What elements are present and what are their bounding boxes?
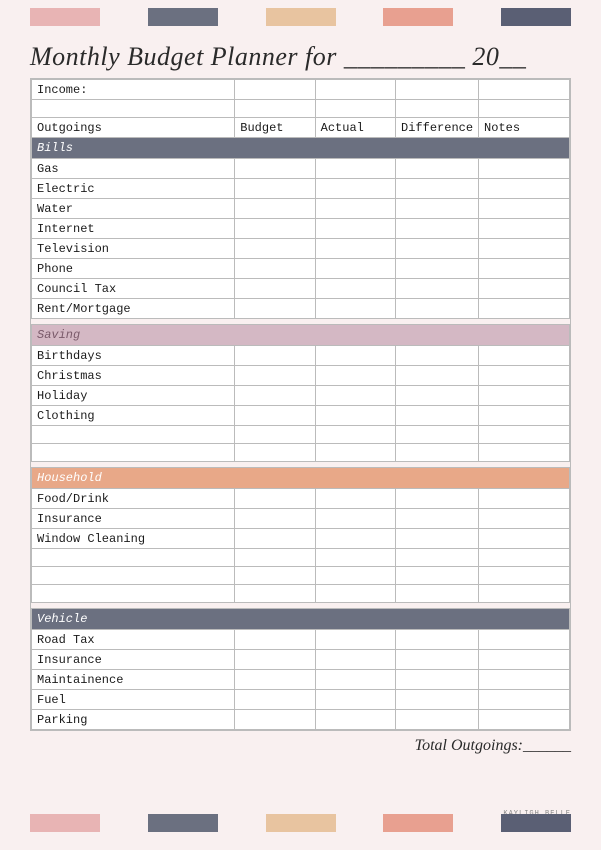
item-christmas: Christmas — [32, 366, 235, 386]
item-road-tax: Road Tax — [32, 630, 235, 650]
item-phone: Phone — [32, 259, 235, 279]
deco-block-b1 — [30, 814, 100, 832]
table-row: Internet — [32, 219, 570, 239]
item-electric: Electric — [32, 179, 235, 199]
table-row — [32, 549, 570, 567]
item-rent: Rent/Mortgage — [32, 299, 235, 319]
table-row — [32, 444, 570, 462]
deco-block-b3 — [266, 814, 336, 832]
table-row: Christmas — [32, 366, 570, 386]
deco-block-2 — [148, 8, 218, 26]
category-vehicle-row: Vehicle — [32, 609, 570, 630]
total-label: Total Outgoings:______ — [415, 737, 571, 755]
col-header-notes: Notes — [479, 118, 570, 138]
item-food-drink: Food/Drink — [32, 489, 235, 509]
budget-table: Income: Outgoings Budget Actual Differen… — [31, 79, 570, 730]
table-row: Maintainence — [32, 670, 570, 690]
category-saving-label: Saving — [32, 325, 570, 346]
item-parking: Parking — [32, 710, 235, 730]
category-vehicle-label: Vehicle — [32, 609, 570, 630]
col-header-actual: Actual — [315, 118, 395, 138]
income-label: Income: — [32, 80, 235, 100]
table-row — [32, 585, 570, 603]
item-birthdays: Birthdays — [32, 346, 235, 366]
table-row: Clothing — [32, 406, 570, 426]
table-row: Insurance — [32, 650, 570, 670]
table-row: Insurance — [32, 509, 570, 529]
deco-block-b4 — [383, 814, 453, 832]
table-row: Birthdays — [32, 346, 570, 366]
item-holiday: Holiday — [32, 386, 235, 406]
category-bills-row: Bills — [32, 138, 570, 159]
total-area: Total Outgoings:______ — [0, 731, 601, 761]
item-gas: Gas — [32, 159, 235, 179]
page-title: Monthly Budget Planner for _________ 20_… — [30, 42, 526, 71]
table-row: Parking — [32, 710, 570, 730]
deco-block-b5 — [501, 814, 571, 832]
item-insurance-v: Insurance — [32, 650, 235, 670]
item-council-tax: Council Tax — [32, 279, 235, 299]
title-area: Monthly Budget Planner for _________ 20_… — [0, 34, 601, 78]
category-saving-row: Saving — [32, 325, 570, 346]
deco-block-1 — [30, 8, 100, 26]
table-row: Council Tax — [32, 279, 570, 299]
table-row: Fuel — [32, 690, 570, 710]
budget-table-wrapper: Income: Outgoings Budget Actual Differen… — [30, 78, 571, 731]
table-row: Water — [32, 199, 570, 219]
table-row: Rent/Mortgage — [32, 299, 570, 319]
col-header-budget: Budget — [235, 118, 315, 138]
table-row: Window Cleaning — [32, 529, 570, 549]
income-empty-row — [32, 100, 570, 118]
item-internet: Internet — [32, 219, 235, 239]
table-row — [32, 426, 570, 444]
table-row: Electric — [32, 179, 570, 199]
column-headers-row: Outgoings Budget Actual Difference Notes — [32, 118, 570, 138]
deco-top — [0, 0, 601, 34]
table-row: Holiday — [32, 386, 570, 406]
table-row: Gas — [32, 159, 570, 179]
col-header-difference: Difference — [396, 118, 479, 138]
income-row: Income: — [32, 80, 570, 100]
deco-block-5 — [501, 8, 571, 26]
table-row: Food/Drink — [32, 489, 570, 509]
item-television: Television — [32, 239, 235, 259]
category-bills-label: Bills — [32, 138, 570, 159]
item-window-cleaning: Window Cleaning — [32, 529, 235, 549]
table-row: Phone — [32, 259, 570, 279]
table-row — [32, 567, 570, 585]
item-insurance-hh: Insurance — [32, 509, 235, 529]
item-maintainence: Maintainence — [32, 670, 235, 690]
deco-block-3 — [266, 8, 336, 26]
category-household-row: Household — [32, 468, 570, 489]
table-row: Road Tax — [32, 630, 570, 650]
deco-block-b2 — [148, 814, 218, 832]
deco-bottom — [0, 808, 601, 838]
item-fuel: Fuel — [32, 690, 235, 710]
item-clothing: Clothing — [32, 406, 235, 426]
table-row: Television — [32, 239, 570, 259]
item-water: Water — [32, 199, 235, 219]
category-household-label: Household — [32, 468, 570, 489]
deco-block-4 — [383, 8, 453, 26]
col-header-outgoings: Outgoings — [32, 118, 235, 138]
